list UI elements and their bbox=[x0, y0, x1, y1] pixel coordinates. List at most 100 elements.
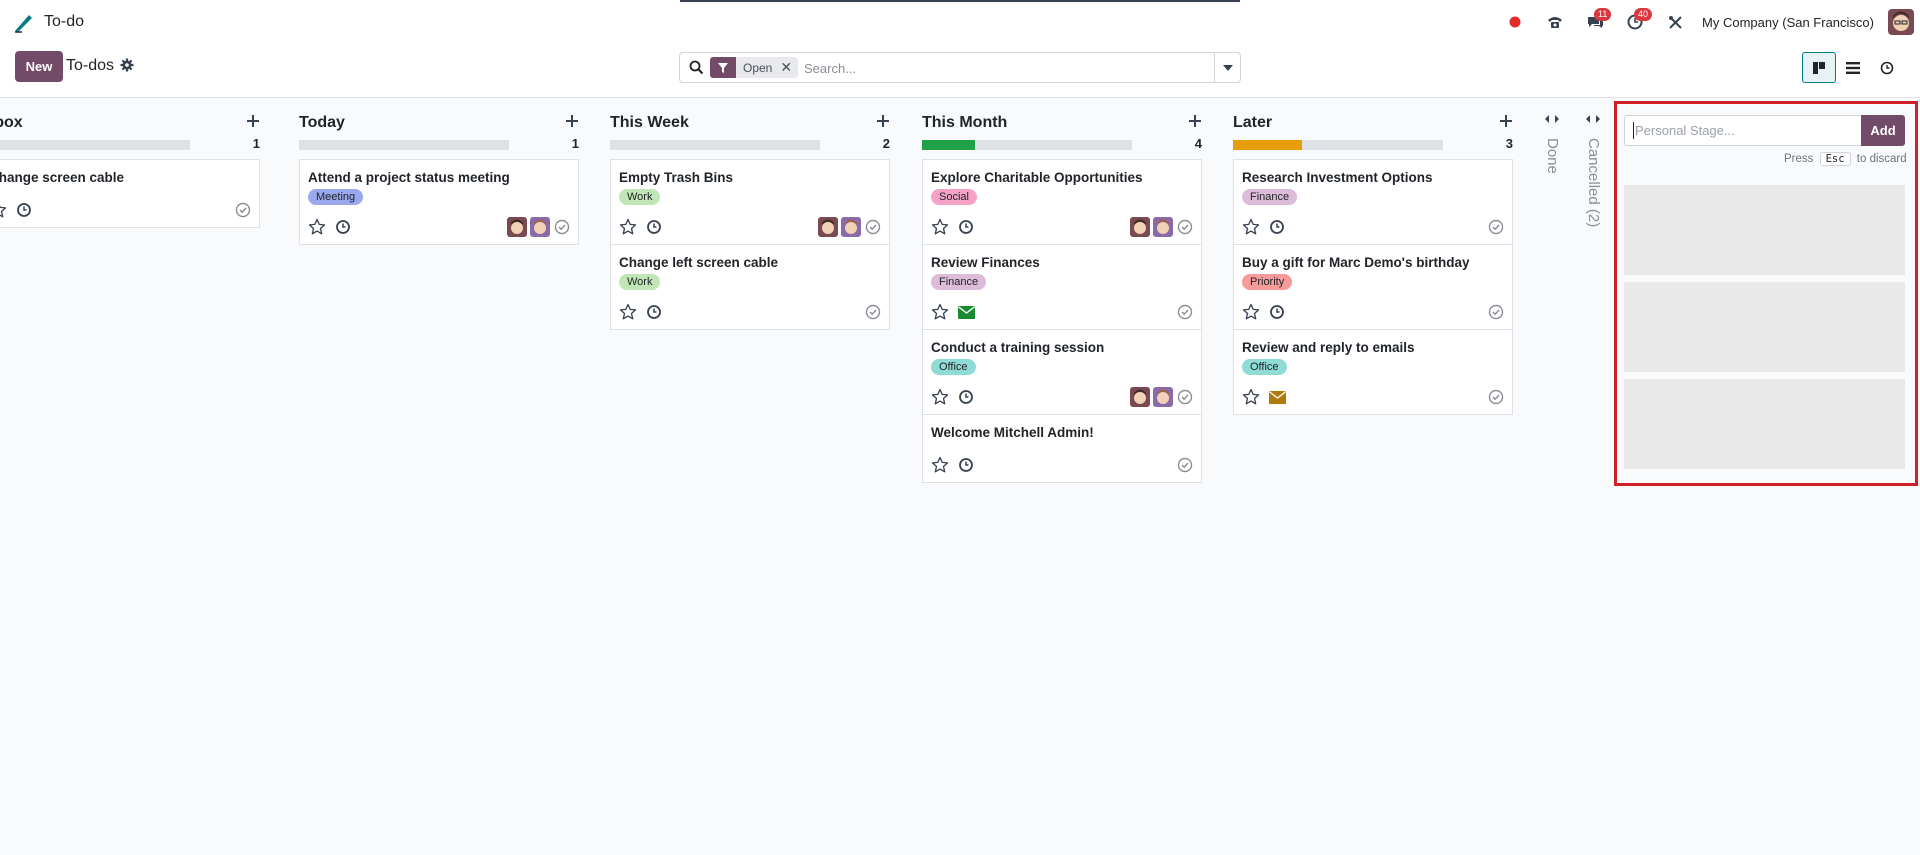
assignee-avatar[interactable] bbox=[1153, 217, 1173, 237]
activity-view-button[interactable] bbox=[1870, 52, 1904, 83]
assignee-avatar[interactable] bbox=[818, 217, 838, 237]
star-icon[interactable] bbox=[931, 388, 949, 406]
assignee-avatar[interactable] bbox=[841, 217, 861, 237]
list-view-button[interactable] bbox=[1836, 52, 1870, 83]
personal-stage-input[interactable] bbox=[1624, 115, 1862, 146]
quick-add-icon[interactable] bbox=[1499, 114, 1513, 128]
assignee-avatar[interactable] bbox=[530, 217, 550, 237]
kanban-card[interactable]: Conduct a training session Office bbox=[922, 329, 1202, 415]
activity-clock-icon[interactable] bbox=[958, 389, 974, 405]
kanban-card[interactable]: Change left screen cable Work bbox=[610, 244, 890, 330]
card-footer bbox=[1242, 216, 1504, 238]
assignee-avatar[interactable] bbox=[1130, 387, 1150, 407]
mark-done-icon[interactable] bbox=[1488, 219, 1504, 235]
activity-clock-icon[interactable] bbox=[646, 304, 662, 320]
kanban-card[interactable]: Attend a project status meeting Meeting bbox=[299, 159, 579, 245]
progress-track[interactable] bbox=[1233, 140, 1443, 150]
card-tag: Work bbox=[619, 274, 661, 290]
column-cards: Attend a project status meeting Meeting bbox=[299, 159, 579, 245]
column-header: Later bbox=[1233, 108, 1513, 134]
mark-done-icon[interactable] bbox=[1177, 219, 1193, 235]
kanban-view-button[interactable] bbox=[1802, 52, 1836, 83]
mark-done-icon[interactable] bbox=[554, 219, 570, 235]
kanban-view-icon bbox=[1813, 61, 1825, 74]
unfold-arrows-icon[interactable] bbox=[1544, 112, 1560, 126]
star-icon[interactable] bbox=[619, 218, 637, 236]
star-icon[interactable] bbox=[1242, 388, 1260, 406]
activity-clock-icon[interactable] bbox=[958, 219, 974, 235]
column-title[interactable]: Today bbox=[299, 114, 345, 132]
assignee-avatar[interactable] bbox=[1130, 217, 1150, 237]
activity-clock-icon[interactable] bbox=[16, 202, 32, 218]
column-title[interactable]: This Month bbox=[922, 114, 1007, 132]
mark-done-icon[interactable] bbox=[1488, 304, 1504, 320]
activity-clock-icon[interactable] bbox=[335, 219, 351, 235]
folded-column-cancelled[interactable]: Cancelled (2) bbox=[1579, 108, 1609, 308]
progress-fill bbox=[922, 140, 975, 150]
mark-done-icon[interactable] bbox=[865, 304, 881, 320]
kanban-card[interactable]: Empty Trash Bins Work bbox=[610, 159, 890, 245]
kanban-card[interactable]: Review and reply to emails Office bbox=[1233, 329, 1513, 415]
activity-clock-icon[interactable] bbox=[646, 219, 662, 235]
activity-mail-icon[interactable] bbox=[958, 305, 975, 319]
kanban-column: Today 1 Attend a project status meeting Mee… bbox=[299, 108, 579, 245]
activity-clock-icon[interactable] bbox=[1269, 219, 1285, 235]
assignee-avatar[interactable] bbox=[507, 217, 527, 237]
discard-hint: Press Esc to discard bbox=[1784, 152, 1907, 166]
quick-add-icon[interactable] bbox=[246, 114, 260, 128]
column-title[interactable]: Inbox bbox=[0, 114, 23, 132]
star-icon[interactable] bbox=[931, 303, 949, 321]
quick-add-icon[interactable] bbox=[565, 114, 579, 128]
unfold-arrows-icon[interactable] bbox=[1585, 112, 1601, 126]
company-switcher[interactable]: My Company (San Francisco) bbox=[1702, 15, 1874, 30]
kanban-card[interactable]: Change screen cable bbox=[0, 159, 260, 228]
kanban-card[interactable]: Explore Charitable Opportunities Social bbox=[922, 159, 1202, 245]
mark-done-icon[interactable] bbox=[1177, 389, 1193, 405]
facet-remove-button[interactable]: ✕ bbox=[778, 57, 799, 78]
search-bar: Open ✕ bbox=[679, 52, 1241, 83]
tools-icon[interactable] bbox=[1662, 7, 1688, 37]
star-icon[interactable] bbox=[931, 456, 949, 474]
column-title[interactable]: Later bbox=[1233, 114, 1272, 132]
user-avatar[interactable] bbox=[1888, 9, 1914, 35]
star-icon[interactable] bbox=[308, 218, 326, 236]
star-icon[interactable] bbox=[1242, 303, 1260, 321]
column-title[interactable]: This Week bbox=[610, 114, 689, 132]
quick-add-icon[interactable] bbox=[876, 114, 890, 128]
star-icon[interactable] bbox=[0, 201, 7, 219]
status-dot-icon[interactable] bbox=[1502, 7, 1528, 37]
progress-track[interactable] bbox=[610, 140, 820, 150]
kanban-card[interactable]: Research Investment Options Finance bbox=[1233, 159, 1513, 245]
activity-clock-icon[interactable] bbox=[958, 457, 974, 473]
phone-icon[interactable] bbox=[1542, 7, 1568, 37]
progress-track[interactable] bbox=[0, 140, 190, 150]
kanban-card[interactable]: Review Finances Finance bbox=[922, 244, 1202, 330]
add-stage-button[interactable]: Add bbox=[1861, 115, 1905, 146]
kanban-card[interactable]: Welcome Mitchell Admin! bbox=[922, 414, 1202, 483]
star-icon[interactable] bbox=[619, 303, 637, 321]
mark-done-icon[interactable] bbox=[1488, 389, 1504, 405]
gear-icon[interactable] bbox=[120, 58, 134, 72]
folded-column-done[interactable]: Done bbox=[1538, 108, 1568, 308]
search-input[interactable] bbox=[804, 58, 1184, 78]
pencil-icon[interactable] bbox=[12, 10, 36, 34]
column-cards: Change screen cable bbox=[0, 159, 260, 228]
kanban-card[interactable]: Buy a gift for Marc Demo's birthday Prior… bbox=[1233, 244, 1513, 330]
clock-icon[interactable]: 40 bbox=[1622, 7, 1653, 37]
progress-track[interactable] bbox=[299, 140, 509, 150]
chat-icon[interactable]: 11 bbox=[1582, 7, 1612, 37]
mark-done-icon[interactable] bbox=[1177, 457, 1193, 473]
star-icon[interactable] bbox=[931, 218, 949, 236]
mark-done-icon[interactable] bbox=[235, 202, 251, 218]
mark-done-icon[interactable] bbox=[865, 219, 881, 235]
mark-done-icon[interactable] bbox=[1177, 304, 1193, 320]
quick-add-icon[interactable] bbox=[1188, 114, 1202, 128]
search-options-toggle[interactable] bbox=[1214, 53, 1240, 82]
star-icon[interactable] bbox=[1242, 218, 1260, 236]
activity-mail-icon[interactable] bbox=[1269, 390, 1286, 404]
new-button[interactable]: New bbox=[15, 51, 63, 82]
activity-clock-icon[interactable] bbox=[1269, 304, 1285, 320]
progress-track[interactable] bbox=[922, 140, 1132, 150]
assignee-avatar[interactable] bbox=[1153, 387, 1173, 407]
app-name[interactable]: To-do bbox=[44, 13, 84, 31]
